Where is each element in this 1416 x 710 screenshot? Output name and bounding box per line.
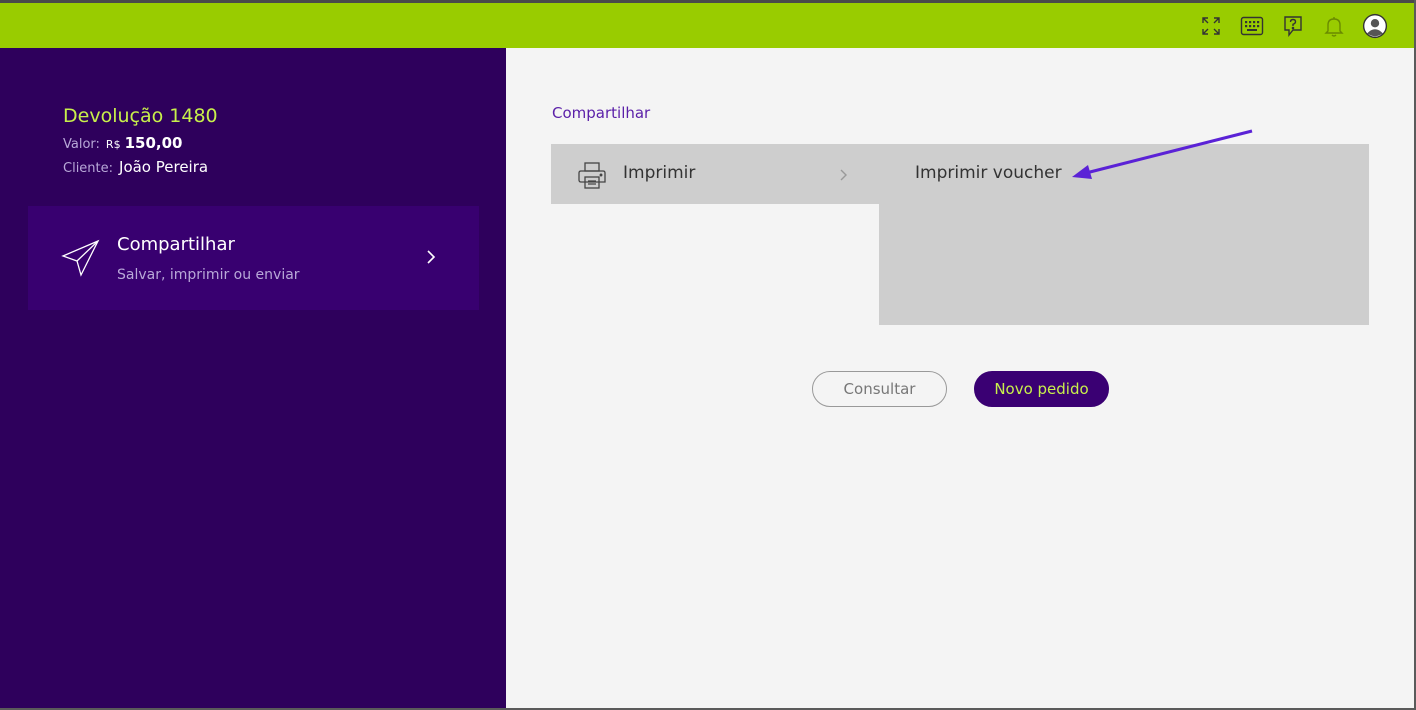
keyboard-icon[interactable] [1239, 13, 1265, 39]
user-avatar-icon[interactable] [1362, 13, 1388, 39]
novo-pedido-button[interactable]: Novo pedido [974, 371, 1109, 407]
order-title: Devolução 1480 [63, 105, 218, 127]
consultar-button[interactable]: Consultar [812, 371, 947, 407]
section-label: Compartilhar [552, 104, 651, 122]
fullscreen-icon[interactable] [1198, 13, 1224, 39]
printer-icon [577, 160, 607, 194]
value-label: Valor: [63, 137, 100, 152]
top-bar-actions [1198, 11, 1388, 41]
share-card-subtitle: Salvar, imprimir ou enviar [117, 267, 300, 283]
chevron-right-icon [424, 248, 438, 270]
paper-plane-icon [61, 238, 101, 282]
share-card-title: Compartilhar [117, 234, 235, 255]
currency-symbol: R$ [105, 138, 121, 151]
submenu-item-imprimir-voucher[interactable]: Imprimir voucher [915, 163, 1062, 183]
top-bar [0, 3, 1414, 48]
order-amount: 150,00 [124, 134, 183, 152]
order-sidebar: Devolução 1480 Valor: R$ 150,00 Cliente: Jo… [0, 48, 506, 708]
order-client-line: Cliente: João Pereira [63, 158, 208, 176]
menu-item-label: Imprimir [623, 163, 696, 183]
menu-item-imprimir[interactable]: Imprimir [551, 144, 879, 204]
app-window: Devolução 1480 Valor: R$ 150,00 Cliente: Jo… [0, 0, 1414, 708]
help-icon[interactable] [1280, 13, 1306, 39]
annotation-arrow [1072, 129, 1253, 179]
client-label: Cliente: [63, 161, 114, 176]
share-card[interactable]: Compartilhar Salvar, imprimir ou enviar [28, 206, 479, 310]
bell-icon[interactable] [1321, 13, 1347, 39]
order-value-line: Valor: R$ 150,00 [63, 134, 182, 152]
client-name: João Pereira [119, 158, 209, 176]
main-panel: Compartilhar Imprimir Imprimir voucher C… [506, 48, 1414, 708]
chevron-right-icon [838, 167, 848, 186]
